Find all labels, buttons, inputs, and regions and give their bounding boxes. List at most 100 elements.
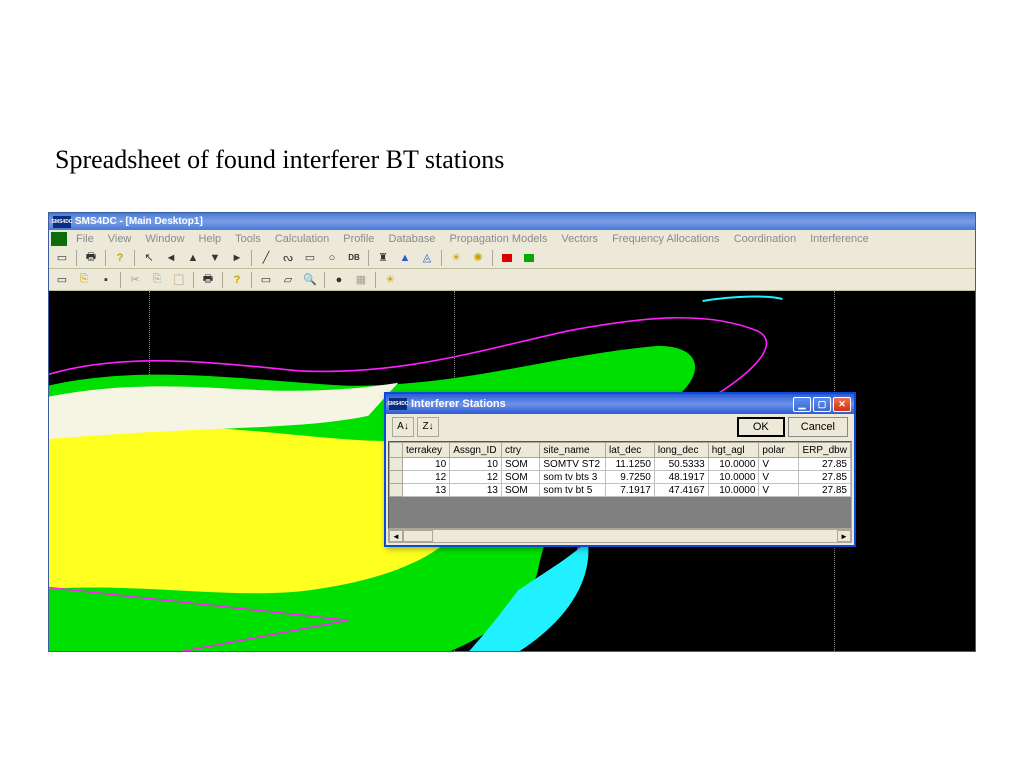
sun3-icon[interactable]: ☀ <box>380 271 400 289</box>
col-rowhdr[interactable] <box>390 443 403 458</box>
menu-profile[interactable]: Profile <box>336 232 381 246</box>
line-icon[interactable]: ╱ <box>256 249 276 267</box>
maximize-icon[interactable]: ▢ <box>813 397 831 412</box>
col-polar[interactable]: polar <box>759 443 799 458</box>
horizontal-scrollbar[interactable]: ◄ ► <box>388 529 852 543</box>
table-row[interactable]: 1010SOMSOMTV ST211.125050.533310.0000V27… <box>390 458 851 471</box>
col-ctry[interactable]: ctry <box>501 443 539 458</box>
dialog-title-bar[interactable]: SMS4DC Interferer Stations ▁ ▢ ✕ <box>386 394 854 414</box>
cell-hgt-agl[interactable]: 10.0000 <box>708 484 759 497</box>
sun2-icon[interactable]: ✺ <box>468 249 488 267</box>
menu-window[interactable]: Window <box>138 232 191 246</box>
cell-polar[interactable]: V <box>759 471 799 484</box>
cell-assgn-id[interactable]: 10 <box>450 458 502 471</box>
cell-erp-dbw[interactable]: 27.85 <box>799 458 851 471</box>
cell-hgt-agl[interactable]: 10.0000 <box>708 471 759 484</box>
cell-lat-dec[interactable]: 7.1917 <box>606 484 655 497</box>
frame-icon[interactable]: ▭ <box>256 271 276 289</box>
cell-lat-dec[interactable]: 9.7250 <box>606 471 655 484</box>
help-icon[interactable]: ? <box>110 249 130 267</box>
cell-polar[interactable]: V <box>759 458 799 471</box>
zigzag-icon[interactable]: ᔓ <box>278 249 298 267</box>
mark-icon[interactable]: ▱ <box>278 271 298 289</box>
col-site-name[interactable]: site_name <box>540 443 606 458</box>
arrow-left-icon[interactable]: ◄ <box>161 249 181 267</box>
col-lat-dec[interactable]: lat_dec <box>606 443 655 458</box>
menu-vectors[interactable]: Vectors <box>554 232 605 246</box>
arrow-right-icon[interactable]: ► <box>227 249 247 267</box>
col-erp-dbw[interactable]: ERP_dbw <box>799 443 851 458</box>
cell-site-name[interactable]: som tv bt 5 <box>540 484 606 497</box>
new-icon[interactable]: ▭ <box>52 249 72 267</box>
cell-terrakey[interactable]: 13 <box>402 484 449 497</box>
save-icon[interactable]: ▪ <box>96 271 116 289</box>
flag-green-icon[interactable] <box>519 249 539 267</box>
cell-ctry[interactable]: SOM <box>501 484 539 497</box>
ok-button[interactable]: OK <box>737 417 785 437</box>
new2-icon[interactable]: ▭ <box>52 271 72 289</box>
cell-site-name[interactable]: som tv bts 3 <box>540 471 606 484</box>
tower-icon[interactable]: ♜ <box>373 249 393 267</box>
flag-red-icon[interactable] <box>497 249 517 267</box>
menu-frequency-allocations[interactable]: Frequency Allocations <box>605 232 727 246</box>
close-icon[interactable]: ✕ <box>833 397 851 412</box>
col-assgn-id[interactable]: Assgn_ID <box>450 443 502 458</box>
row-selector[interactable] <box>390 458 403 471</box>
circle-icon[interactable]: ○ <box>322 249 342 267</box>
arrow-up-icon[interactable]: ▲ <box>183 249 203 267</box>
cell-terrakey[interactable]: 10 <box>402 458 449 471</box>
col-terrakey[interactable]: terrakey <box>402 443 449 458</box>
antenna1-icon[interactable]: ▲ <box>395 249 415 267</box>
cell-terrakey[interactable]: 12 <box>402 471 449 484</box>
data-grid[interactable]: terrakey Assgn_ID ctry site_name lat_dec… <box>388 441 852 529</box>
open-icon[interactable]: ⎘ <box>74 271 94 289</box>
menu-propagation-models[interactable]: Propagation Models <box>443 232 555 246</box>
row-selector[interactable] <box>390 471 403 484</box>
scroll-right-icon[interactable]: ► <box>837 530 851 542</box>
cell-long-dec[interactable]: 48.1917 <box>654 471 708 484</box>
rect-icon[interactable]: ▭ <box>300 249 320 267</box>
scroll-left-icon[interactable]: ◄ <box>389 530 403 542</box>
menu-view[interactable]: View <box>101 232 139 246</box>
paste-icon[interactable]: 📋 <box>169 271 189 289</box>
table-row[interactable]: 1313SOMsom tv bt 57.191747.416710.0000V2… <box>390 484 851 497</box>
menu-calculation[interactable]: Calculation <box>268 232 336 246</box>
sort-desc-icon[interactable]: Z↓ <box>417 417 439 437</box>
cancel-button[interactable]: Cancel <box>788 417 848 437</box>
col-long-dec[interactable]: long_dec <box>654 443 708 458</box>
cell-long-dec[interactable]: 50.5333 <box>654 458 708 471</box>
minimize-icon[interactable]: ▁ <box>793 397 811 412</box>
cell-assgn-id[interactable]: 12 <box>450 471 502 484</box>
menu-database[interactable]: Database <box>381 232 442 246</box>
menu-help[interactable]: Help <box>192 232 229 246</box>
arrow-down-icon[interactable]: ▼ <box>205 249 225 267</box>
col-hgt-agl[interactable]: hgt_agl <box>708 443 759 458</box>
row-selector[interactable] <box>390 484 403 497</box>
cut-icon[interactable]: ✂ <box>125 271 145 289</box>
print-icon[interactable]: 🖶 <box>81 249 101 267</box>
cell-hgt-agl[interactable]: 10.0000 <box>708 458 759 471</box>
cell-erp-dbw[interactable]: 27.85 <box>799 484 851 497</box>
menu-tools[interactable]: Tools <box>228 232 268 246</box>
copy-icon[interactable]: ⎘ <box>147 271 167 289</box>
antenna2-icon[interactable]: ◬ <box>417 249 437 267</box>
menu-coordination[interactable]: Coordination <box>727 232 803 246</box>
sun1-icon[interactable]: ☀ <box>446 249 466 267</box>
print2-icon[interactable]: 🖶 <box>198 271 218 289</box>
sort-asc-icon[interactable]: A↓ <box>392 417 414 437</box>
table-row[interactable]: 1212SOMsom tv bts 39.725048.191710.0000V… <box>390 471 851 484</box>
cell-erp-dbw[interactable]: 27.85 <box>799 471 851 484</box>
pointer-icon[interactable]: ↖ <box>139 249 159 267</box>
title-bar[interactable]: SMS4DC SMS4DC - [Main Desktop1] <box>49 213 975 230</box>
menu-interference[interactable]: Interference <box>803 232 876 246</box>
zoom-icon[interactable]: 🔍 <box>300 271 320 289</box>
scroll-thumb[interactable] <box>403 530 433 542</box>
cell-long-dec[interactable]: 47.4167 <box>654 484 708 497</box>
cell-ctry[interactable]: SOM <box>501 458 539 471</box>
cell-assgn-id[interactable]: 13 <box>450 484 502 497</box>
cell-ctry[interactable]: SOM <box>501 471 539 484</box>
help2-icon[interactable]: ? <box>227 271 247 289</box>
cell-polar[interactable]: V <box>759 484 799 497</box>
menu-file[interactable]: File <box>69 232 101 246</box>
db-label-icon[interactable]: DB <box>344 249 364 267</box>
